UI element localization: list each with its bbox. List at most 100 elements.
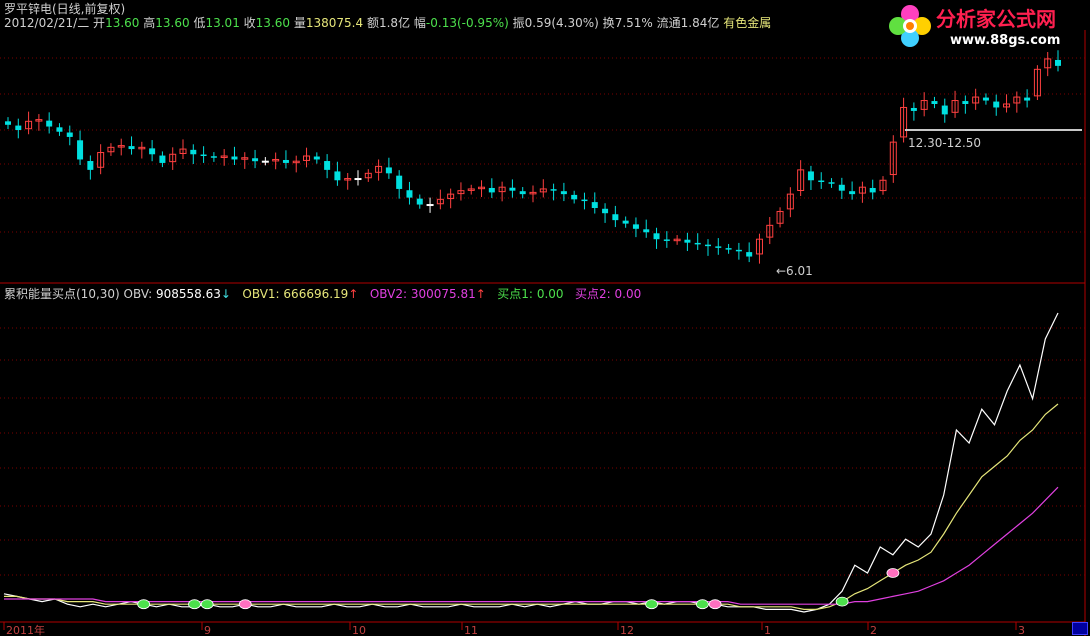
obv2-label: OBV2: — [369, 287, 408, 301]
turnover-label: 换 — [602, 16, 615, 30]
turnover-value: 7.51% — [614, 16, 653, 30]
candle-body — [128, 146, 135, 150]
candle-body — [15, 125, 22, 130]
buy2-marker — [708, 599, 722, 610]
high-range-label: 12.30-12.50 — [908, 136, 982, 150]
high-value: 13.60 — [155, 16, 190, 30]
candle-body — [982, 97, 989, 101]
candle-body — [190, 149, 197, 155]
buy1-marker — [835, 596, 849, 607]
candle-body — [406, 190, 413, 198]
candle-body — [252, 158, 259, 162]
volume-label: 量 — [293, 16, 306, 30]
candle-body — [200, 154, 207, 156]
candle-body — [77, 140, 84, 160]
obv1-label: OBV1: — [242, 287, 280, 301]
buy1-marker — [137, 599, 151, 610]
candle-body — [396, 175, 403, 189]
open-value: 13.60 — [105, 16, 140, 30]
candle-body — [684, 239, 691, 243]
obv-lines — [3, 312, 1059, 613]
buy1-label: 买点1: — [497, 287, 533, 301]
candle-body — [354, 178, 362, 181]
obv-down-arrow-icon: ↓ — [220, 287, 231, 301]
x-axis: 2011年 9 10 11 12 1 2 3 — [3, 622, 1025, 636]
x-tick-label: 2 — [870, 624, 877, 636]
obv-value: 908558.63 — [155, 287, 221, 301]
candle-body — [87, 161, 94, 170]
scroll-corner-button[interactable] — [1072, 622, 1088, 635]
candle-body — [735, 249, 742, 252]
obv2-up-arrow-icon: ↑ — [475, 287, 486, 301]
x-tick-label: 2011年 — [6, 623, 45, 636]
candle-body — [807, 171, 814, 181]
indicator-header: 累积能量买点(10,30) OBV: 908558.63↓ OBV1: 6666… — [4, 287, 641, 301]
x-tick-label: 10 — [352, 624, 366, 636]
change-value: -0.13(-0.95%) — [425, 16, 509, 30]
candle-body — [282, 159, 289, 163]
buy2-marker — [886, 568, 900, 578]
candle-body — [910, 107, 917, 111]
amount-label: 额 — [366, 16, 379, 30]
amplitude-value: 0.59(4.30%) — [524, 16, 599, 30]
float-label: 流通 — [656, 16, 681, 30]
open-label: 开 — [93, 16, 106, 30]
candle-body — [941, 105, 948, 115]
float-value: 1.84亿 — [680, 16, 720, 30]
obv1-up-arrow-icon: ↑ — [348, 287, 359, 301]
candle-body — [488, 187, 495, 193]
candle-body — [261, 160, 269, 163]
logo-name: 分析家公式网 — [936, 7, 1056, 31]
buy1-marker — [200, 599, 214, 610]
high-label: 高 — [143, 16, 156, 30]
candle-body — [725, 248, 732, 250]
candle-body — [818, 180, 825, 182]
amplitude-label: 振 — [512, 16, 525, 30]
candle-body — [334, 171, 341, 181]
candle-body — [149, 148, 156, 155]
candle-body — [231, 156, 238, 160]
candle-body — [416, 198, 423, 205]
candle-body — [715, 246, 722, 248]
buy1-marker — [188, 599, 201, 610]
x-tick-label: 1 — [764, 624, 771, 636]
x-tick-label: 9 — [204, 624, 211, 636]
x-tick-label: 11 — [464, 624, 478, 636]
candle-body — [581, 199, 588, 202]
low-price-marker: ←6.01 — [776, 264, 813, 278]
candle-body — [643, 229, 650, 233]
candle-body — [1055, 59, 1061, 66]
obv-line-obv — [3, 312, 1059, 613]
quote-bar: 2012/02/21/二 开13.60 高13.60 低13.01 收13.60… — [4, 16, 771, 30]
chart-canvas: 2011年 9 10 11 12 1 2 3 — [0, 30, 1086, 636]
candle-body — [519, 191, 526, 195]
candle-body — [5, 121, 11, 125]
obv1-value: 666696.19 — [283, 287, 349, 301]
buy1-marker — [696, 599, 709, 610]
candle-body — [993, 101, 1000, 108]
candle-body — [694, 242, 701, 245]
flower-icon — [889, 5, 931, 47]
candle-body — [962, 101, 969, 104]
candle-body — [591, 202, 598, 208]
candle-body — [869, 187, 876, 193]
buy2-marker — [238, 599, 252, 610]
grid-lines — [0, 30, 1086, 636]
candle-body — [705, 244, 711, 247]
candle-body — [324, 161, 331, 170]
close-value: 13.60 — [255, 16, 291, 30]
candle-body — [828, 182, 835, 184]
candle-body — [1024, 97, 1031, 101]
stock-title: 罗平锌电(日线,前复权) — [4, 2, 126, 16]
buy1-marker — [645, 599, 659, 610]
candle-body — [571, 194, 578, 200]
buy2-label: 买点2: — [574, 287, 611, 301]
logo-url: www.88gs.com — [950, 33, 1061, 48]
obv-line-obv1 — [4, 403, 1059, 611]
candle-body — [602, 208, 609, 214]
quote-date: 2012/02/21/二 — [4, 16, 90, 30]
buy1-value: 0.00 — [536, 287, 564, 301]
sector-name: 有色金属 — [723, 16, 772, 30]
candle-body — [313, 156, 320, 160]
candle-body — [385, 167, 392, 174]
